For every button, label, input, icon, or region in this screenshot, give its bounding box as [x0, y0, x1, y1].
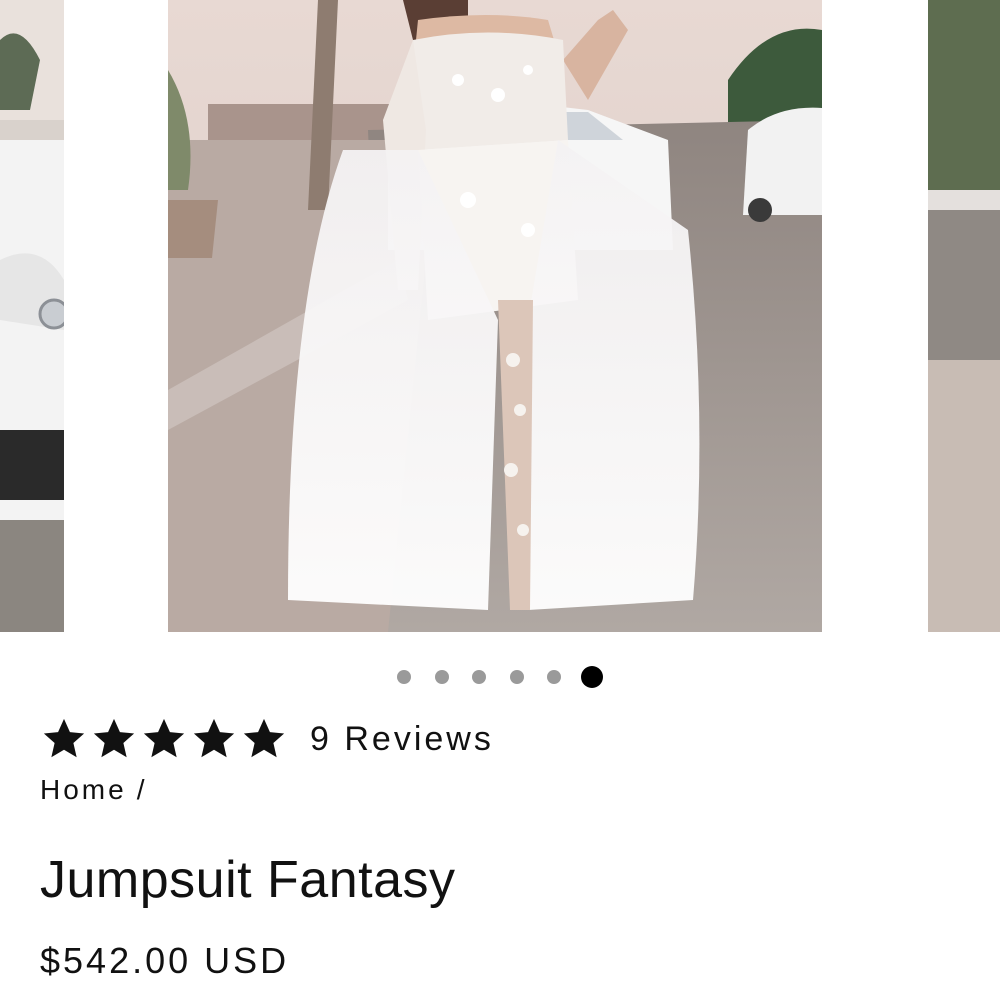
- carousel-dot[interactable]: [472, 670, 486, 684]
- previous-product-image[interactable]: [0, 0, 64, 632]
- star-rating: [40, 716, 290, 762]
- reviews-link[interactable]: 9 Reviews: [310, 720, 494, 759]
- star-icon: [93, 718, 135, 758]
- next-image-art: [928, 0, 1000, 632]
- product-price: $542.00 USD: [40, 940, 290, 981]
- product-image-carousel[interactable]: [0, 0, 1000, 632]
- carousel-dot[interactable]: [547, 670, 561, 684]
- star-icon: [243, 718, 285, 758]
- next-product-image[interactable]: [928, 0, 1000, 632]
- rating-summary: 9 Reviews: [40, 714, 494, 764]
- star-icon: [193, 718, 235, 758]
- product-title: Jumpsuit Fantasy: [40, 851, 456, 909]
- previous-image-art: [0, 0, 64, 632]
- carousel-dot[interactable]: [509, 670, 524, 684]
- jumpsuit-photo: [168, 0, 822, 632]
- carousel-dot-active[interactable]: [580, 666, 603, 688]
- breadcrumb-separator: /: [136, 774, 148, 805]
- carousel-dot[interactable]: [397, 670, 411, 684]
- breadcrumb-home-link[interactable]: Home: [40, 774, 127, 805]
- star-icon: [43, 718, 85, 758]
- main-product-image[interactable]: [168, 0, 822, 632]
- breadcrumb: Home /: [40, 774, 147, 806]
- star-icon: [143, 718, 185, 758]
- carousel-dot[interactable]: [434, 670, 449, 684]
- carousel-pagination: [0, 666, 1000, 688]
